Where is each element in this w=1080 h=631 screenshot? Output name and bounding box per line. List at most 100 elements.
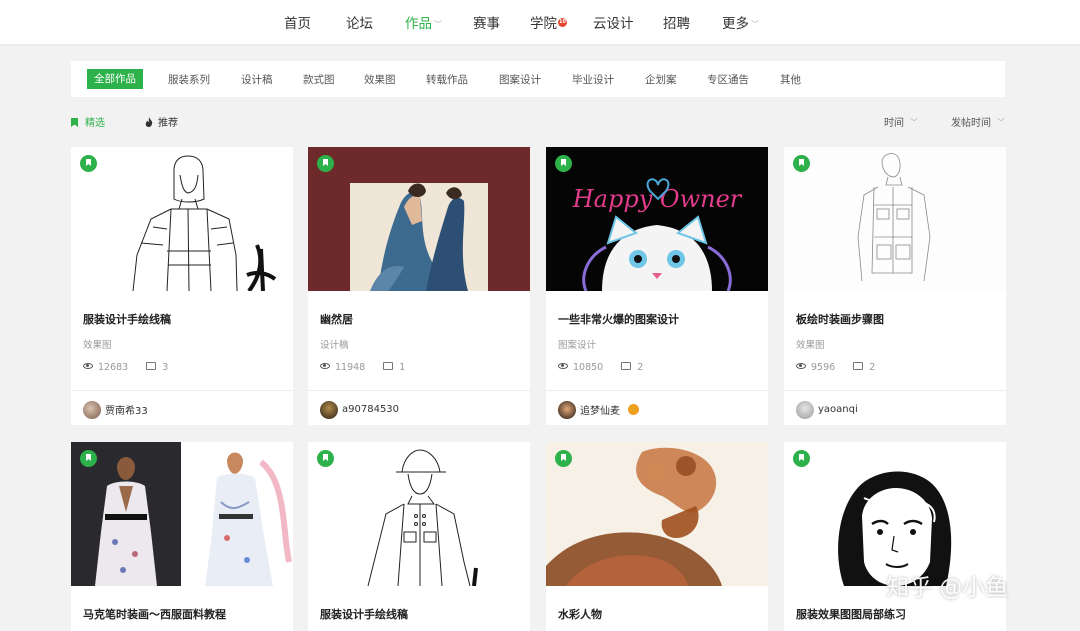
work-category: 图案设计 xyxy=(558,340,597,351)
work-thumbnail[interactable] xyxy=(71,442,293,586)
medal-icon xyxy=(628,404,639,415)
work-stats: 10850 2 xyxy=(558,362,643,373)
nav-jobs[interactable]: 招聘 xyxy=(663,12,690,32)
author-info[interactable]: yaoanqi xyxy=(796,399,858,419)
comment-icon xyxy=(853,362,864,370)
nav-contests[interactable]: 赛事 xyxy=(473,12,500,32)
category-reposts[interactable]: 转载作品 xyxy=(426,72,468,87)
featured-label: 精选 xyxy=(85,118,105,129)
avatar[interactable] xyxy=(83,400,101,419)
sketch-illustration xyxy=(308,442,530,586)
work-thumbnail[interactable]: Happy Owner xyxy=(546,147,768,291)
nav-more[interactable]: 更多 ﹀ xyxy=(722,12,759,32)
author-name[interactable]: 贾南希33 xyxy=(105,406,148,417)
comment-count: 2 xyxy=(637,362,644,373)
comment-count: 3 xyxy=(162,362,169,373)
watermark: 知乎 @小鱼 xyxy=(886,575,1009,601)
work-thumbnail[interactable] xyxy=(71,147,293,291)
featured-filter[interactable]: 精选 xyxy=(71,114,105,129)
avatar[interactable] xyxy=(320,400,338,419)
avatar[interactable] xyxy=(558,400,576,419)
category-flats[interactable]: 款式图 xyxy=(303,72,335,87)
author-name[interactable]: yaoanqi xyxy=(818,404,858,415)
author-name[interactable]: a90784530 xyxy=(342,404,399,415)
featured-pick-icon xyxy=(80,155,97,172)
comment-count: 1 xyxy=(399,362,406,373)
view-count: 12683 xyxy=(98,362,129,373)
work-card[interactable]: 水彩人物 xyxy=(546,442,768,631)
sort-time-label: 时间 xyxy=(884,118,904,129)
work-card[interactable]: 服装效果图图局部练习 xyxy=(784,442,1006,631)
author-info[interactable]: 贾南希33 xyxy=(83,399,148,419)
nav-home[interactable]: 首页 xyxy=(284,12,311,32)
category-proposals[interactable]: 企划案 xyxy=(645,72,677,87)
work-stats: 12683 3 xyxy=(83,362,168,373)
category-series[interactable]: 服装系列 xyxy=(168,72,210,87)
work-title[interactable]: 马克笔时装画～西服面料教程 xyxy=(83,606,226,622)
top-nav: 首页 论坛 作品 ﹀ 赛事 学院 10 云设计 招聘 更多 ﹀ xyxy=(0,0,1080,44)
category-all[interactable]: 全部作品 xyxy=(87,69,143,89)
featured-pick-icon xyxy=(80,450,97,467)
work-title[interactable]: 服装效果图图局部练习 xyxy=(796,606,906,622)
comment-icon xyxy=(383,362,394,370)
work-thumbnail[interactable] xyxy=(784,147,1006,291)
author-name[interactable]: 追梦仙麦 xyxy=(580,406,620,417)
eye-icon xyxy=(83,363,93,369)
card-divider xyxy=(546,390,768,391)
work-title[interactable]: 服装设计手绘线稿 xyxy=(320,606,408,622)
work-card[interactable]: 板绘时装画步骤图 效果图 9596 2 yaoanqi xyxy=(784,147,1006,425)
work-card[interactable]: Happy Owner 一些非常火爆的图案设计 图案设计 10850 2 追梦仙麦 xyxy=(546,147,768,425)
nav-forum[interactable]: 论坛 xyxy=(346,12,373,32)
fire-icon xyxy=(145,117,153,127)
work-title[interactable]: 服装设计手绘线稿 xyxy=(83,311,171,327)
comment-icon xyxy=(621,362,632,370)
chevron-down-icon: ﹀ xyxy=(997,118,1005,127)
recommended-filter[interactable]: 推荐 xyxy=(145,114,178,129)
work-stats: 11948 1 xyxy=(320,362,405,373)
work-category: 效果图 xyxy=(83,340,112,351)
category-graduation[interactable]: 毕业设计 xyxy=(572,72,614,87)
eye-icon xyxy=(558,363,568,369)
work-card[interactable]: 服装设计手绘线稿 效果图 12683 3 贾南希33 xyxy=(71,147,293,425)
work-title[interactable]: 一些非常火爆的图案设计 xyxy=(558,311,679,327)
sort-post-time-dropdown[interactable]: 发帖时间 ﹀ xyxy=(951,114,1005,129)
card-divider xyxy=(784,390,1006,391)
featured-pick-icon xyxy=(317,155,334,172)
nav-works[interactable]: 作品 ﹀ xyxy=(405,12,442,32)
author-info[interactable]: a90784530 xyxy=(320,399,399,419)
work-card[interactable]: 服装设计手绘线稿 xyxy=(308,442,530,631)
nav-academy[interactable]: 学院 10 xyxy=(530,12,567,32)
view-count: 11948 xyxy=(335,362,366,373)
avatar[interactable] xyxy=(796,400,814,419)
category-drafts[interactable]: 设计稿 xyxy=(241,72,273,87)
author-info[interactable]: 追梦仙麦 xyxy=(558,399,639,419)
work-thumbnail[interactable] xyxy=(546,442,768,586)
work-thumbnail[interactable] xyxy=(784,442,1006,586)
sort-time-dropdown[interactable]: 时间 ﹀ xyxy=(884,114,918,129)
featured-pick-icon xyxy=(555,155,572,172)
category-notices[interactable]: 专区通告 xyxy=(707,72,749,87)
work-card[interactable]: 幽然居 设计稿 11948 1 a90784530 xyxy=(308,147,530,425)
work-title[interactable]: 幽然居 xyxy=(320,311,353,327)
comment-count: 2 xyxy=(869,362,876,373)
fashion-illustration xyxy=(71,442,293,586)
work-title[interactable]: 板绘时装画步骤图 xyxy=(796,311,884,327)
sort-post-time-label: 发帖时间 xyxy=(951,118,991,129)
work-title[interactable]: 水彩人物 xyxy=(558,606,602,622)
work-thumbnail[interactable] xyxy=(308,442,530,586)
nav-cloud-design[interactable]: 云设计 xyxy=(593,12,634,32)
portrait-illustration xyxy=(784,442,1006,586)
featured-pick-icon xyxy=(793,450,810,467)
category-other[interactable]: 其他 xyxy=(780,72,801,87)
recommended-label: 推荐 xyxy=(158,118,178,129)
category-bar: 全部作品 服装系列 设计稿 款式图 效果图 转载作品 图案设计 毕业设计 企划案… xyxy=(71,61,1005,97)
notification-badge: 10 xyxy=(558,18,567,27)
work-card[interactable]: 马克笔时装画～西服面料教程 xyxy=(71,442,293,631)
work-thumbnail[interactable] xyxy=(308,147,530,291)
watercolor-illustration xyxy=(546,442,768,586)
category-renderings[interactable]: 效果图 xyxy=(364,72,396,87)
chevron-down-icon: ﹀ xyxy=(434,20,442,29)
card-divider xyxy=(71,390,293,391)
work-category: 设计稿 xyxy=(320,340,349,351)
category-patterns[interactable]: 图案设计 xyxy=(499,72,541,87)
